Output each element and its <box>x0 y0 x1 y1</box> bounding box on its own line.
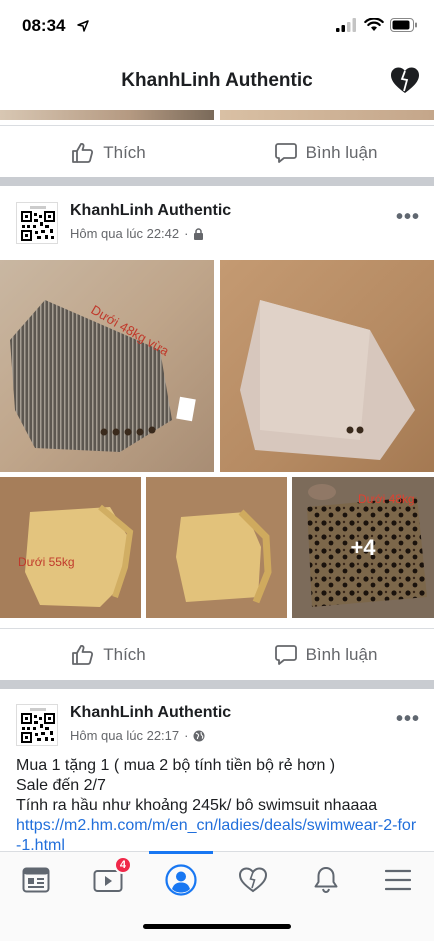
post-link[interactable]: https://m2.hm.com/m/en_cn/ladies/deals/s… <box>16 816 420 856</box>
globe-icon <box>193 730 205 741</box>
lock-icon <box>194 227 204 240</box>
like-button[interactable]: Thích <box>0 629 217 681</box>
more-photos-count: +4 <box>350 534 376 560</box>
home-indicator[interactable] <box>143 924 291 929</box>
photo-caption: Dưới 55kg <box>18 555 75 569</box>
nav-notifications[interactable] <box>306 862 346 898</box>
post-text-line: Sale đến 2/7 <box>16 777 106 794</box>
photo-caption: Dưới 48kg <box>358 492 415 506</box>
post-header: KhanhLinh Authentic Hôm qua lúc 22:17 · … <box>0 704 434 760</box>
like-label: Thích <box>103 143 146 162</box>
nav-menu[interactable] <box>378 862 418 898</box>
meta-dot: · <box>184 728 189 743</box>
post-separator <box>0 680 434 689</box>
post-author[interactable]: KhanhLinh Authentic <box>70 704 231 722</box>
more-options-button[interactable]: ••• <box>396 206 420 229</box>
photo-2[interactable] <box>220 260 434 472</box>
post-actions: Thích Bình luận <box>0 127 434 179</box>
post-author[interactable]: KhanhLinh Authentic <box>70 202 231 220</box>
heart-icon <box>238 867 268 893</box>
avatar[interactable] <box>16 202 58 244</box>
beige-skirt-image <box>240 300 415 460</box>
striped-skirt-image <box>10 300 196 452</box>
like-label: Thích <box>103 645 146 664</box>
post-time[interactable]: Hôm qua lúc 22:17 <box>70 728 179 743</box>
post-header: KhanhLinh Authentic Hôm qua lúc 22:42 · … <box>0 202 434 258</box>
post-actions: Thích Bình luận <box>0 629 434 681</box>
post-time[interactable]: Hôm qua lúc 22:42 <box>70 226 179 241</box>
nav-watch[interactable]: 4 <box>88 856 132 898</box>
nav-news-feed[interactable] <box>16 862 56 898</box>
location-arrow-icon <box>77 20 89 32</box>
yellow-skirt-image <box>0 477 141 618</box>
bell-icon <box>314 867 338 894</box>
previous-photo[interactable] <box>220 110 434 120</box>
post-meta: Hôm qua lúc 22:42 · <box>70 226 204 241</box>
notification-badge: 4 <box>113 856 132 874</box>
comment-icon <box>274 645 297 665</box>
comment-button[interactable]: Bình luận <box>217 629 434 681</box>
previous-post-photos <box>0 110 434 120</box>
wifi-icon <box>364 18 384 31</box>
photo-3[interactable]: Dưới 55kg <box>0 477 141 618</box>
yellow-skirt-image <box>146 477 287 618</box>
photo-5[interactable]: +4 Dưới 48kg <box>292 477 434 618</box>
battery-icon <box>390 18 417 32</box>
qr-code-avatar <box>21 206 55 241</box>
post-text-line: Tính ra hầu như khoảng 245k/ bô swimsuit… <box>16 797 378 814</box>
comment-icon <box>274 143 297 163</box>
app-header: KhanhLinh Authentic <box>0 52 434 110</box>
thumbs-up-icon <box>72 644 94 665</box>
comment-label: Bình luận <box>305 645 378 664</box>
meta-dot: · <box>184 226 189 241</box>
comment-label: Bình luận <box>305 143 378 162</box>
post-separator <box>0 177 434 186</box>
page-title: KhanhLinh Authentic <box>121 70 313 91</box>
previous-photo[interactable] <box>0 110 214 120</box>
post-meta: Hôm qua lúc 22:17 · <box>70 728 205 743</box>
post-body: Mua 1 tặng 1 ( mua 2 bộ tính tiền bộ rẻ … <box>16 756 420 856</box>
signal-icon <box>336 18 356 32</box>
active-tab-indicator <box>149 851 213 854</box>
post-text-line: Mua 1 tặng 1 ( mua 2 bộ tính tiền bộ rẻ … <box>16 757 336 774</box>
photo-1[interactable]: Dưới 48kg vừa <box>0 260 214 472</box>
heart-icon[interactable] <box>390 66 420 96</box>
comment-button[interactable]: Bình luận <box>217 127 434 179</box>
like-button[interactable]: Thích <box>0 127 217 179</box>
nav-dating[interactable] <box>233 862 273 898</box>
profile-icon <box>165 864 197 896</box>
status-time: 08:34 <box>22 16 66 35</box>
news-feed-icon <box>22 867 50 893</box>
more-options-button[interactable]: ••• <box>396 708 420 731</box>
menu-icon <box>385 869 411 891</box>
divider <box>0 125 434 126</box>
status-bar: 08:34 <box>0 0 434 52</box>
thumbs-up-icon <box>72 142 94 163</box>
avatar[interactable] <box>16 704 58 746</box>
nav-profile[interactable] <box>161 862 201 898</box>
photo-4[interactable] <box>146 477 287 618</box>
qr-code-avatar <box>21 708 55 743</box>
